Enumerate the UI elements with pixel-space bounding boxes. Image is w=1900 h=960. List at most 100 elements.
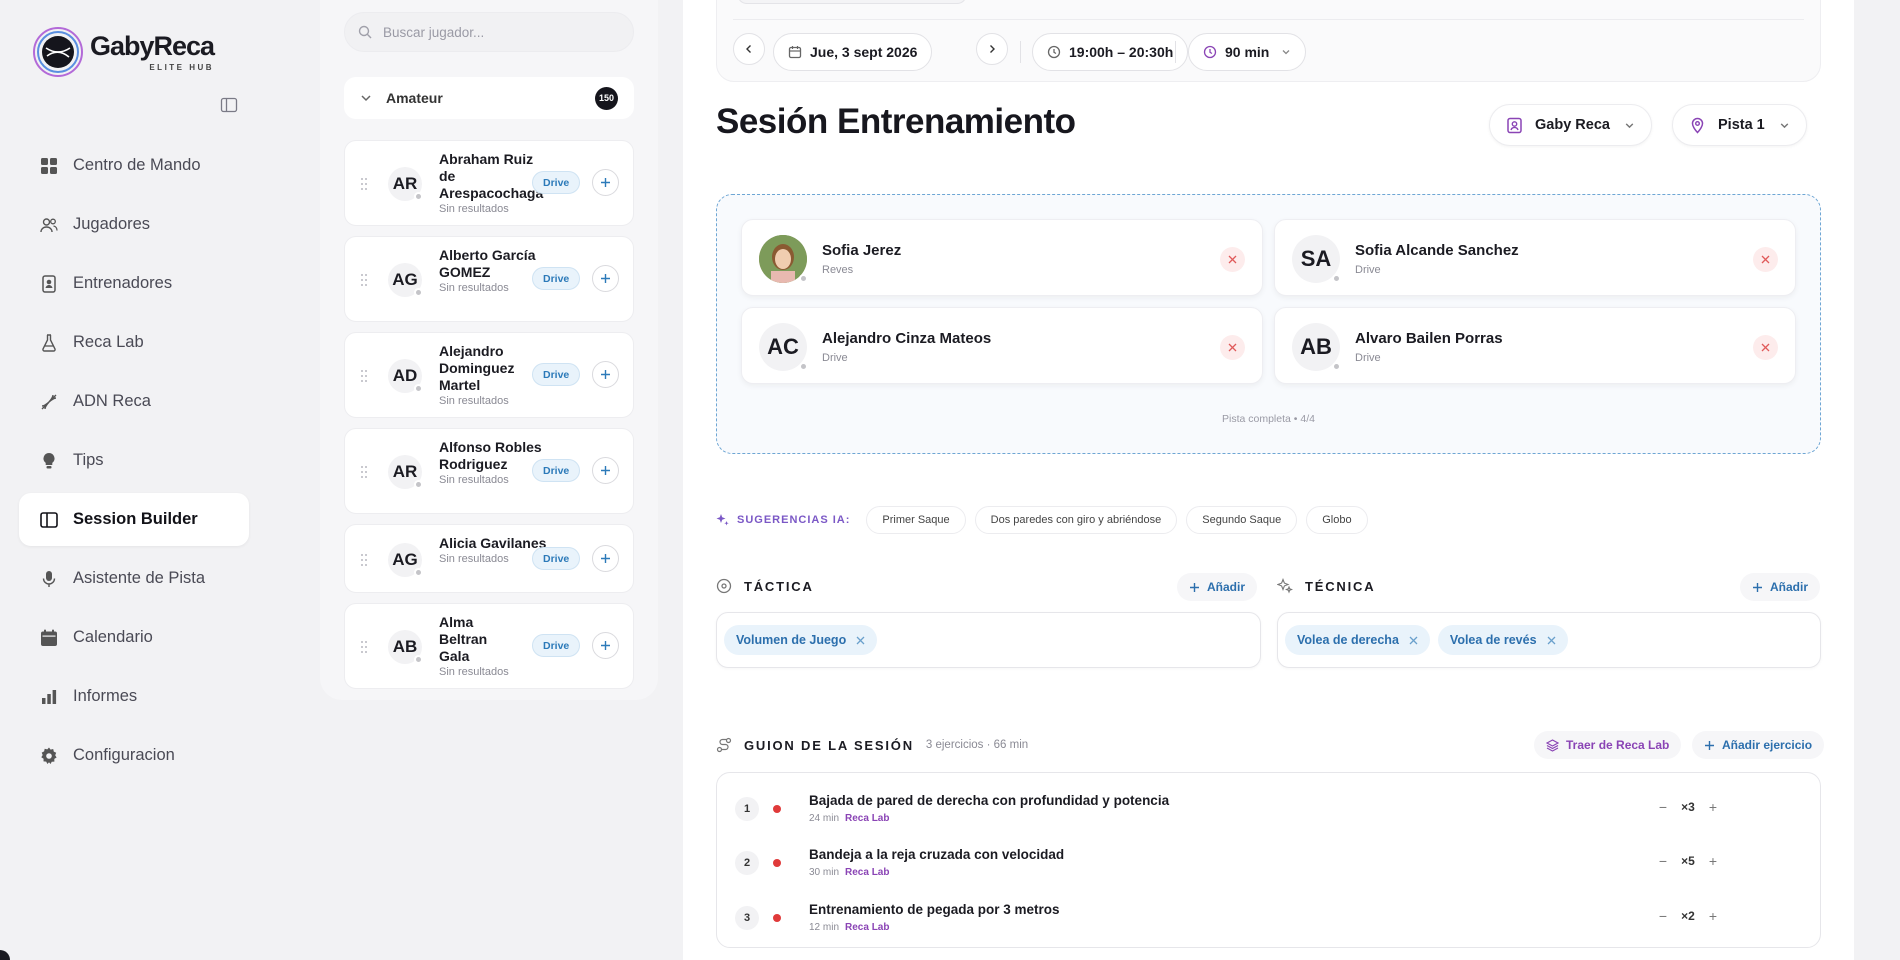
drag-handle-icon[interactable] <box>360 273 368 287</box>
court-slot[interactable]: AC Alejandro Cinza Mateos Drive <box>741 307 1263 384</box>
close-icon[interactable] <box>856 636 865 645</box>
exercise-row[interactable]: 3 Entrenamiento de pegada por 3 metros 1… <box>735 896 1795 942</box>
plus-icon <box>601 370 610 379</box>
avatar: AC <box>759 323 808 371</box>
court-dropzone[interactable]: Sofia Jerez Reves SA Sofia Alcande Sanch… <box>716 194 1821 454</box>
remove-player-button[interactable] <box>1220 247 1245 272</box>
add-player-button[interactable] <box>592 545 619 572</box>
sidebar-item-entrenadores[interactable]: Entrenadores <box>19 257 249 310</box>
add-player-button[interactable] <box>592 632 619 659</box>
add-player-button[interactable] <box>592 169 619 196</box>
decrement-button[interactable]: − <box>1653 908 1673 924</box>
player-card[interactable]: AG Alberto García GOMEZ Sin resultados Dr… <box>344 236 634 322</box>
sidebar-item-configuracion[interactable]: Configuracion <box>19 729 249 782</box>
add-exercise-button[interactable]: Añadir ejercicio <box>1692 731 1825 759</box>
drag-handle-icon[interactable] <box>360 465 368 479</box>
sidebar-item-label: Tips <box>73 451 104 469</box>
slot-player-role: Reves <box>822 264 854 276</box>
avatar-initials: AC <box>767 334 799 359</box>
court-slot[interactable]: SA Sofia Alcande Sanchez Drive <box>1274 219 1796 296</box>
add-player-button[interactable] <box>592 457 619 484</box>
add-player-button[interactable] <box>592 265 619 292</box>
player-group-amateur[interactable]: Amateur 150 <box>344 77 634 119</box>
sidebar-item-informes[interactable]: Informes <box>19 670 249 723</box>
exercise-row[interactable]: 2 Bandeja a la reja cruzada con velocida… <box>735 841 1795 887</box>
sidebar-item-centro-de-mando[interactable]: Centro de Mando <box>19 139 249 192</box>
player-subtitle: Sin resultados <box>439 395 509 407</box>
remove-player-button[interactable] <box>1753 335 1778 360</box>
exercise-source[interactable]: Reca Lab <box>845 922 889 933</box>
separator <box>1020 41 1021 63</box>
exercise-duration: 12 min <box>809 922 840 933</box>
sidebar-item-adn-reca[interactable]: ADN Reca <box>19 375 249 428</box>
exercise-row[interactable]: 1 Bajada de pared de derecha con profund… <box>735 787 1795 833</box>
close-icon[interactable] <box>1547 636 1556 645</box>
time-picker[interactable]: 19:00h – 20:30h <box>1032 33 1189 71</box>
increment-button[interactable]: + <box>1703 853 1723 869</box>
sidebar-item-jugadores[interactable]: Jugadores <box>19 198 249 251</box>
coach-name: Gaby Reca <box>1535 117 1610 133</box>
player-card[interactable]: AG Alicia Gavilanes Sin resultados Drive <box>344 524 634 593</box>
player-search-input[interactable]: Buscar jugador... <box>344 12 634 52</box>
drag-handle-icon[interactable] <box>360 553 368 567</box>
coach-select[interactable]: Gaby Reca <box>1489 104 1652 146</box>
calendar-icon <box>41 629 57 646</box>
bring-from-reca-lab-button[interactable]: Traer de Reca Lab <box>1534 731 1682 759</box>
player-card[interactable]: AR Abraham Ruiz de Arespacochaga Sin resu… <box>344 140 634 226</box>
close-icon[interactable] <box>1409 636 1418 645</box>
tactica-tag[interactable]: Volumen de Juego <box>724 625 878 655</box>
suggestion-chip[interactable]: Globo <box>1306 506 1368 534</box>
player-card[interactable]: AR Alfonso Robles Rodriguez Sin resultado… <box>344 428 634 514</box>
sidebar-item-asistente-de-pista[interactable]: Asistente de Pista <box>19 552 249 605</box>
sidebar-item-calendario[interactable]: Calendario <box>19 611 249 664</box>
close-icon <box>1228 343 1237 352</box>
add-tactica-button[interactable]: Añadir <box>1177 573 1258 601</box>
exercise-source[interactable]: Reca Lab <box>845 813 889 824</box>
avatar: AR <box>388 167 423 201</box>
tactica-header: TÁCTICA <box>716 578 814 594</box>
suggestion-chip[interactable]: Dos paredes con giro y abriéndose <box>974 506 1178 534</box>
decrement-button[interactable]: − <box>1653 799 1673 815</box>
brand-logo[interactable]: GabyReca ELITE HUB <box>32 26 215 78</box>
add-player-button[interactable] <box>592 361 619 388</box>
avatar: AG <box>388 263 423 297</box>
sidebar-item-reca-lab[interactable]: Reca Lab <box>19 316 249 369</box>
decrement-button[interactable]: − <box>1653 853 1673 869</box>
avatar: SA <box>1292 235 1341 283</box>
remove-player-button[interactable] <box>1753 247 1778 272</box>
next-date-button[interactable] <box>976 33 1008 65</box>
player-card[interactable]: AB Alma Beltran Gala Sin resultados Drive <box>344 603 634 689</box>
route-icon <box>716 737 732 753</box>
add-label: Añadir <box>1770 580 1809 594</box>
remove-player-button[interactable] <box>1220 335 1245 360</box>
exercise-source[interactable]: Reca Lab <box>845 867 889 878</box>
add-tecnica-button[interactable]: Añadir <box>1740 573 1821 601</box>
sidebar-collapse-icon[interactable] <box>220 96 238 114</box>
script-meta: 3 ejercicios · 66 min <box>925 739 1029 751</box>
duration-select[interactable]: 90 min <box>1188 33 1307 71</box>
sidebar-item-tips[interactable]: Tips <box>19 434 249 487</box>
suggestion-chip[interactable]: Segundo Saque <box>1186 506 1298 534</box>
sidebar: GabyReca ELITE HUB Centro de Mando Jugad… <box>0 0 262 960</box>
date-picker[interactable]: Jue, 3 sept 2026 <box>773 33 933 71</box>
player-card[interactable]: AD Alejandro Dominguez Martel Sin resulta… <box>344 332 634 418</box>
tactica-tags[interactable]: Volumen de Juego <box>716 612 1261 668</box>
reps-count: ×5 <box>1681 854 1695 868</box>
drag-handle-icon[interactable] <box>360 640 368 654</box>
plus-icon <box>601 178 610 187</box>
flask-icon <box>42 333 56 352</box>
tecnica-tags[interactable]: Volea de derecha Volea de revés <box>1277 612 1821 668</box>
court-slot[interactable]: AB Alvaro Bailen Porras Drive <box>1274 307 1796 384</box>
chevron-down-icon <box>361 95 371 102</box>
court-slot[interactable]: Sofia Jerez Reves <box>741 219 1263 296</box>
tecnica-tag[interactable]: Volea de revés <box>1437 625 1568 655</box>
court-select[interactable]: Pista 1 <box>1672 104 1807 146</box>
increment-button[interactable]: + <box>1703 908 1723 924</box>
drag-handle-icon[interactable] <box>360 177 368 191</box>
prev-date-button[interactable] <box>733 33 765 65</box>
drag-handle-icon[interactable] <box>360 369 368 383</box>
tecnica-tag[interactable]: Volea de derecha <box>1285 625 1430 655</box>
suggestion-chip[interactable]: Primer Saque <box>866 506 966 534</box>
increment-button[interactable]: + <box>1703 799 1723 815</box>
sidebar-item-session-builder[interactable]: Session Builder <box>19 493 249 546</box>
